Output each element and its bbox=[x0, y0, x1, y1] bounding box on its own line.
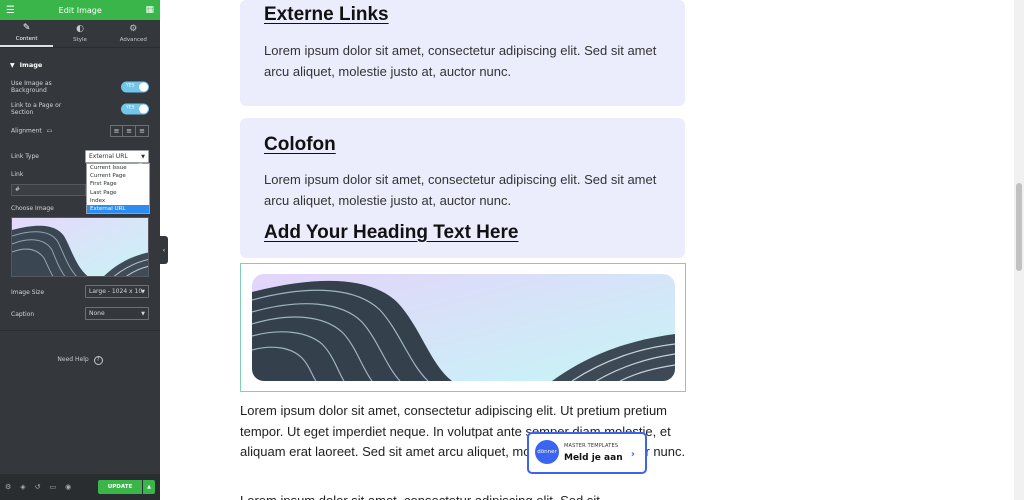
update-options-chevron-icon[interactable]: ▲ bbox=[143, 480, 155, 494]
divider bbox=[0, 330, 160, 331]
half-circle-icon: ◐ bbox=[76, 23, 84, 34]
align-right-icon[interactable]: ≡ bbox=[136, 125, 149, 137]
caption-select[interactable]: None ▼ bbox=[85, 307, 149, 320]
alignment-label-text: Alignment bbox=[11, 127, 42, 135]
card-externe-links: Externe Links Lorem ipsum dolor sit amet… bbox=[240, 0, 685, 106]
dropdown-option[interactable]: Current Page bbox=[87, 172, 149, 180]
tab-label: Advanced bbox=[119, 36, 147, 43]
link-section-label: Link to a Page or Section bbox=[11, 102, 62, 116]
gear-icon: ⚙ bbox=[129, 23, 138, 34]
dropdown-option-selected[interactable]: External URL bbox=[87, 204, 149, 214]
pencil-icon: ✎ bbox=[22, 22, 31, 33]
settings-gear-icon[interactable]: ⚙ bbox=[5, 483, 11, 491]
responsive-icon[interactable]: ▭ bbox=[50, 483, 57, 491]
toggle-yes-text: YES bbox=[126, 105, 135, 111]
image-widget-selected[interactable] bbox=[240, 263, 686, 392]
align-center-icon[interactable]: ≡ bbox=[123, 125, 136, 137]
popup-subtitle: MASTER TEMPLATES bbox=[564, 443, 619, 449]
card-heading: Colofon bbox=[264, 134, 336, 155]
section-image-header[interactable]: ▼ Image bbox=[0, 54, 160, 76]
use-image-bg-row: Use Image as Background YES bbox=[0, 76, 160, 98]
chevron-right-icon: › bbox=[630, 449, 635, 460]
question-icon: ? bbox=[93, 356, 103, 365]
history-icon[interactable]: ↺ bbox=[35, 483, 41, 491]
link-input[interactable]: # bbox=[11, 184, 86, 196]
alignment-row: Alignment ▭ ≡ ≡ ≡ bbox=[0, 120, 160, 142]
image-widget-image bbox=[252, 274, 675, 381]
widgets-grid-icon[interactable]: ▦ bbox=[145, 5, 154, 15]
panel-title: Edit Image bbox=[58, 5, 102, 15]
chevron-down-icon: ▼ bbox=[141, 311, 145, 317]
image-size-select[interactable]: Large - 1024 x 10 ▼ bbox=[85, 285, 149, 298]
toggle-yes-text: YES bbox=[126, 83, 135, 89]
toggle-knob bbox=[139, 82, 148, 92]
alignment-buttons: ≡ ≡ ≡ bbox=[110, 125, 149, 137]
panel-header: ☰ Edit Image ▦ bbox=[0, 0, 160, 20]
need-help-link[interactable]: Need Help ? bbox=[0, 356, 160, 365]
tab-label: Style bbox=[73, 36, 87, 43]
section-title: Image bbox=[19, 61, 43, 69]
image-size-label: Image Size bbox=[11, 289, 45, 296]
align-left-icon[interactable]: ≡ bbox=[110, 125, 123, 137]
collapse-panel-chevron-icon[interactable]: ‹ bbox=[160, 236, 168, 264]
layers-icon[interactable]: ◈ bbox=[20, 483, 25, 491]
panel-footer: ⚙ ◈ ↺ ▭ ◉ UPDATE ▲ bbox=[0, 474, 160, 500]
card-text: Lorem ipsum dolor sit amet, consectetur … bbox=[264, 172, 657, 208]
caption-value: None bbox=[89, 310, 105, 317]
body-paragraph-2: Lorem ipsum dolor sit amet, consectetur … bbox=[240, 491, 690, 500]
toggle-knob bbox=[139, 104, 148, 114]
link-label: Link bbox=[11, 171, 24, 178]
building-image bbox=[12, 218, 148, 276]
image-size-value: Large - 1024 x 10 bbox=[89, 288, 143, 295]
choose-image-label: Choose Image bbox=[11, 205, 54, 212]
link-type-value: External URL bbox=[89, 153, 128, 160]
desktop-icon[interactable]: ▭ bbox=[47, 128, 53, 135]
use-image-bg-toggle[interactable]: YES bbox=[121, 81, 149, 93]
tab-style[interactable]: ◐ Style bbox=[53, 20, 106, 47]
caption-label: Caption bbox=[11, 311, 35, 318]
card-heading-2: Add Your Heading Text Here bbox=[264, 222, 519, 243]
scrollbar-thumb[interactable] bbox=[1016, 183, 1022, 271]
panel-tabs: ✎ Content ◐ Style ⚙ Advanced bbox=[0, 20, 160, 48]
link-section-toggle[interactable]: YES bbox=[121, 103, 149, 115]
tab-label: Content bbox=[15, 35, 38, 42]
alignment-label: Alignment ▭ bbox=[11, 128, 52, 135]
need-help-text: Need Help bbox=[57, 356, 89, 363]
page-scrollbar[interactable] bbox=[1014, 0, 1024, 500]
card-heading: Externe Links bbox=[264, 4, 389, 25]
hamburger-menu-icon[interactable]: ☰ bbox=[6, 5, 15, 16]
dropdown-option[interactable]: Index bbox=[87, 197, 149, 205]
card-colofon: Colofon Lorem ipsum dolor sit amet, cons… bbox=[240, 118, 685, 258]
dropdown-option[interactable]: Last Page bbox=[87, 189, 149, 197]
update-button[interactable]: UPDATE bbox=[98, 480, 142, 494]
tab-advanced[interactable]: ⚙ Advanced bbox=[107, 20, 160, 47]
image-thumbnail[interactable] bbox=[11, 217, 149, 277]
chevron-down-icon: ▼ bbox=[141, 289, 145, 295]
popup-logo: dönner bbox=[535, 440, 559, 464]
building-image bbox=[252, 274, 675, 381]
signup-popup[interactable]: dönner MASTER TEMPLATES Meld je aan › bbox=[527, 432, 647, 474]
mouse-cursor-icon: ☝ bbox=[137, 160, 144, 171]
preview-eye-icon[interactable]: ◉ bbox=[65, 483, 71, 491]
link-section-row: Link to a Page or Section YES bbox=[0, 98, 160, 120]
dropdown-option[interactable]: First Page bbox=[87, 180, 149, 188]
tab-content[interactable]: ✎ Content bbox=[0, 20, 54, 47]
link-type-label: Link Type bbox=[11, 153, 39, 160]
caret-down-icon: ▼ bbox=[10, 61, 15, 69]
popup-title: Meld je aan bbox=[564, 453, 623, 463]
card-text: Lorem ipsum dolor sit amet, consectetur … bbox=[264, 43, 657, 79]
use-image-bg-label: Use Image as Background bbox=[11, 80, 52, 94]
